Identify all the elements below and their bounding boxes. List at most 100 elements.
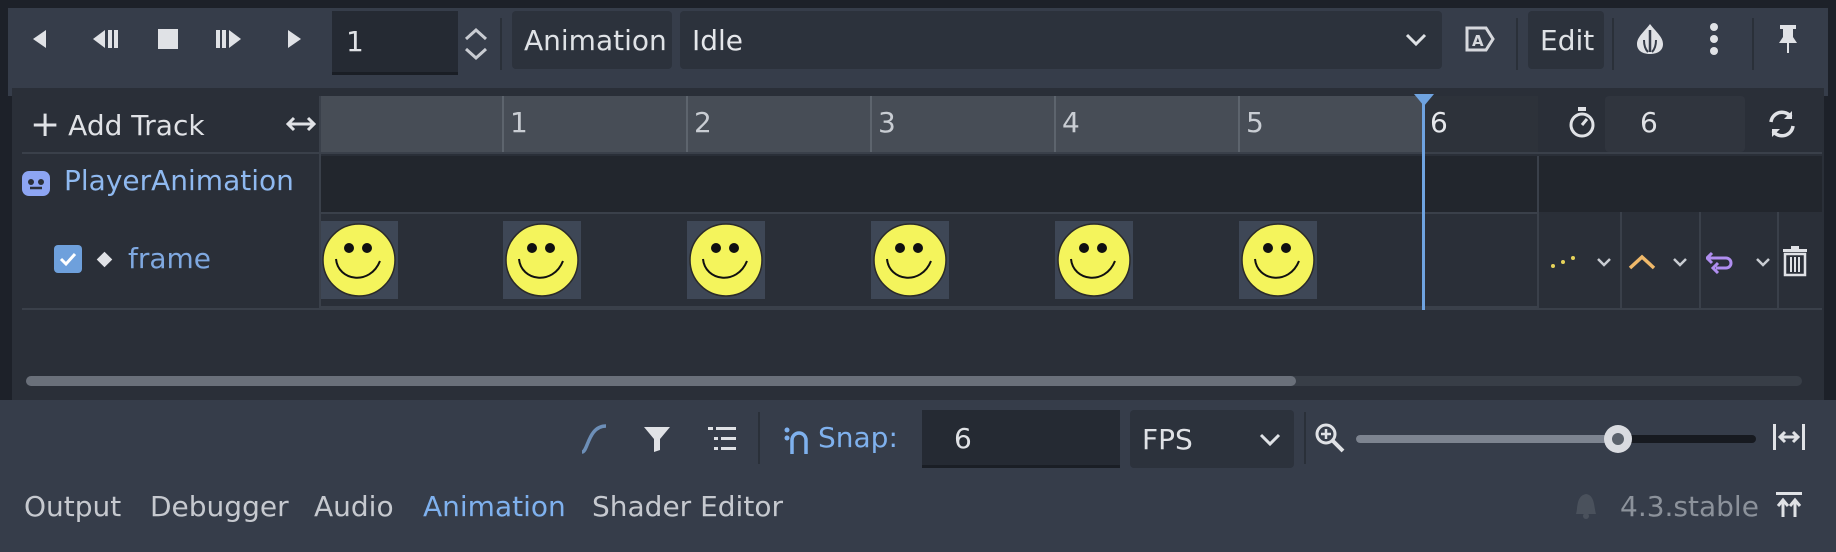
play-button[interactable]	[266, 10, 322, 68]
separator	[1516, 18, 1518, 70]
animation-editor: 1 Animation Idle A Edit + Add Track 1 2 …	[0, 0, 1836, 552]
snap-icon[interactable]	[784, 426, 814, 456]
header-divider	[22, 152, 1822, 154]
keyframe[interactable]	[1055, 221, 1133, 299]
play-icon	[288, 30, 301, 48]
playhead[interactable]	[1422, 96, 1425, 310]
chevron-down-icon	[1405, 33, 1427, 47]
stop-icon	[158, 29, 178, 49]
track-name[interactable]: frame	[128, 242, 211, 275]
edit-menu-button[interactable]: Edit	[1528, 11, 1604, 69]
track-settings-divider	[1620, 212, 1622, 308]
snap-value: 6	[954, 422, 972, 455]
notification-bell-icon[interactable]	[1570, 488, 1600, 522]
track-header-divider	[319, 96, 321, 310]
zoom-slider-fill	[1356, 435, 1618, 443]
scrollbar-thumb[interactable]	[26, 376, 1296, 386]
interpolation-mode-dropdown[interactable]	[1628, 250, 1698, 274]
track-settings-divider	[1537, 156, 1539, 310]
tick-line	[686, 96, 688, 152]
spin-arrows-icon[interactable]	[463, 26, 489, 62]
smiley-sprite-icon	[322, 223, 396, 297]
tab-output[interactable]: Output	[24, 490, 121, 523]
track-bottom-divider	[22, 308, 1822, 310]
autoplay-button[interactable]: A	[1452, 10, 1508, 68]
check-icon	[59, 252, 77, 267]
keyframe[interactable]	[503, 221, 581, 299]
add-track-button[interactable]: + Add Track	[30, 103, 205, 147]
frame-spinbox[interactable]: 1	[332, 11, 458, 75]
list-icon[interactable]	[706, 424, 738, 454]
more-options-button[interactable]	[1686, 10, 1742, 68]
animation-select[interactable]: Idle	[680, 11, 1442, 69]
stop-button[interactable]	[140, 10, 196, 68]
plus-icon: +	[30, 104, 61, 145]
pin-button[interactable]	[1760, 10, 1816, 68]
loop-wrap-mode-dropdown[interactable]	[1706, 248, 1776, 274]
separator	[1612, 18, 1614, 70]
playhead-frame-label: 6	[1430, 106, 1448, 139]
smiley-sprite-icon	[689, 223, 763, 297]
edit-menu-label: Edit	[1540, 23, 1595, 57]
play-backwards-from-end-button[interactable]	[76, 10, 132, 68]
chevron-down-icon	[1259, 433, 1281, 447]
autoplay-icon: A	[1465, 26, 1495, 52]
keyframe[interactable]	[687, 221, 765, 299]
playhead-handle[interactable]	[1414, 94, 1434, 106]
animation-length-value: 6	[1640, 106, 1658, 139]
timer-icon	[1569, 107, 1595, 138]
expand-icon[interactable]	[286, 115, 316, 133]
tab-shader-editor[interactable]: Shader Editor	[592, 490, 783, 523]
snap-value-field[interactable]: 6	[922, 410, 1120, 468]
keyframe[interactable]	[1239, 221, 1317, 299]
tab-debugger[interactable]: Debugger	[150, 490, 289, 523]
smiley-sprite-icon	[1057, 223, 1131, 297]
version-label: 4.3.stable	[1620, 490, 1759, 523]
play-backwards-from-end-icon	[93, 30, 118, 48]
expand-panel-icon[interactable]	[1774, 490, 1804, 520]
play-backwards-button[interactable]	[12, 10, 68, 68]
tick-label: 3	[878, 106, 896, 139]
tick-label: 4	[1062, 106, 1080, 139]
zoom-icon	[1315, 423, 1345, 453]
smiley-sprite-icon	[1241, 223, 1315, 297]
smiley-sprite-icon	[873, 223, 947, 297]
play-from-start-button[interactable]	[202, 10, 258, 68]
keyframe[interactable]	[871, 221, 949, 299]
keyframe[interactable]	[320, 221, 398, 299]
snap-unit-select[interactable]: FPS	[1130, 410, 1294, 468]
filter-icon[interactable]	[642, 424, 672, 454]
zoom-slider-handle[interactable]	[1604, 425, 1632, 453]
node-name[interactable]: PlayerAnimation	[64, 164, 294, 197]
tick-line	[502, 96, 504, 152]
onion-skin-button[interactable]	[1622, 10, 1678, 68]
more-icon	[1710, 23, 1718, 55]
track-enabled-checkbox[interactable]	[54, 245, 82, 273]
play-backwards-icon	[33, 30, 46, 48]
animation-selected: Idle	[692, 24, 744, 57]
animation-menu-button[interactable]: Animation	[512, 11, 672, 69]
update-mode-dropdown[interactable]	[1549, 250, 1619, 274]
add-track-label: Add Track	[68, 108, 205, 142]
frame-value: 1	[346, 25, 364, 58]
tick-line	[1238, 96, 1240, 152]
bezier-icon[interactable]	[578, 422, 610, 456]
tick-label: 2	[694, 106, 712, 139]
play-from-start-icon	[216, 30, 241, 48]
pin-icon	[1779, 25, 1797, 53]
animation-length-field[interactable]: 6	[1605, 96, 1745, 152]
separator	[758, 412, 760, 464]
fit-icon[interactable]	[1772, 422, 1806, 452]
snap-unit-value: FPS	[1142, 423, 1193, 456]
track-settings-divider	[1699, 212, 1701, 308]
tab-animation[interactable]: Animation	[423, 490, 566, 523]
track-settings-divider	[1777, 212, 1779, 308]
delete-track-icon[interactable]	[1781, 245, 1809, 277]
tick-label: 5	[1246, 106, 1264, 139]
tab-audio[interactable]: Audio	[314, 490, 394, 523]
snap-label[interactable]: Snap:	[818, 421, 898, 454]
loop-icon[interactable]	[1766, 108, 1798, 140]
animation-player-icon	[22, 171, 50, 196]
separator	[500, 18, 502, 70]
animation-menu-label: Animation	[524, 23, 667, 57]
